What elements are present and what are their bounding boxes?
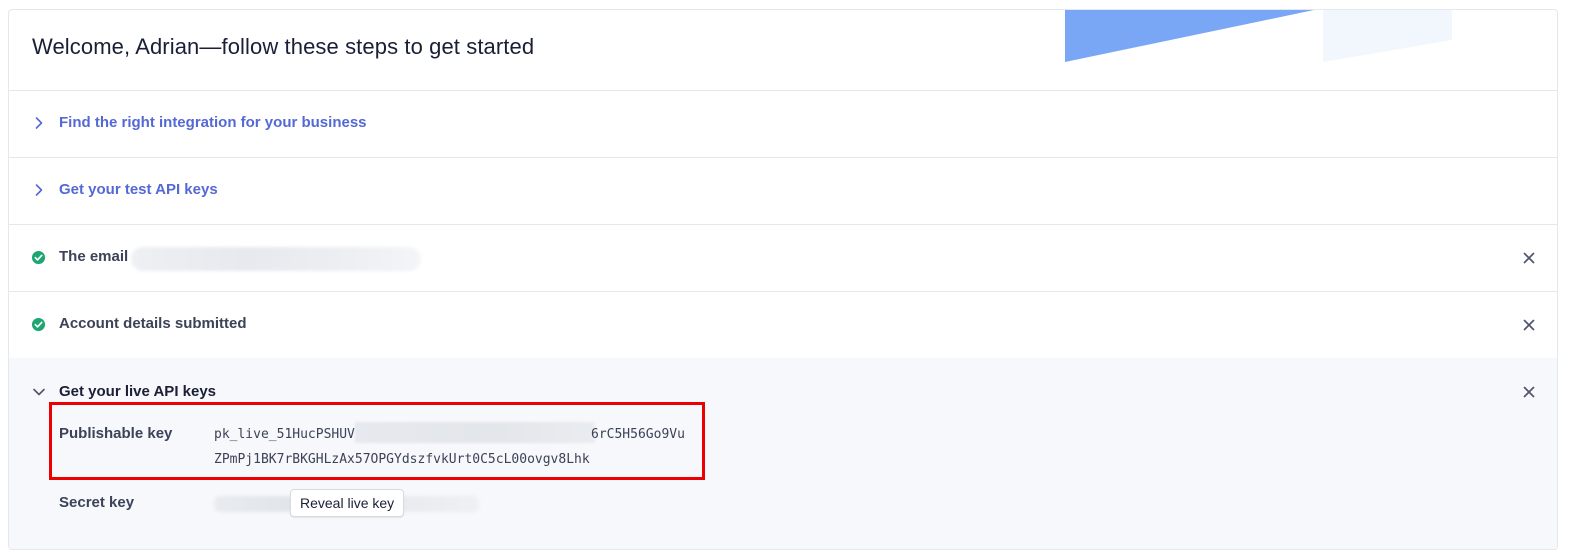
step-label: The email (59, 248, 129, 265)
chevron-right-icon (35, 117, 43, 129)
close-icon[interactable] (1521, 384, 1537, 400)
chevron-down-icon[interactable] (31, 384, 47, 400)
step-label[interactable]: Get your test API keys (59, 181, 218, 198)
step-account-details: Account details submitted (9, 292, 1557, 359)
check-circle-icon (31, 317, 46, 332)
highlight-box (49, 402, 705, 480)
header-decoration (1065, 10, 1452, 62)
check-circle-icon (31, 250, 46, 265)
onboarding-header: Welcome, Adrian—follow these steps to ge… (9, 10, 1557, 91)
step-email-verified: The email (9, 225, 1557, 292)
onboarding-card: Welcome, Adrian—follow these steps to ge… (8, 9, 1558, 550)
step-test-api-keys[interactable]: Get your test API keys (9, 158, 1557, 225)
close-icon[interactable] (1521, 317, 1537, 333)
reveal-live-key-button[interactable]: Reveal live key (290, 489, 405, 517)
redacted-email (131, 247, 421, 271)
step-label: Account details submitted (59, 315, 247, 332)
step-label[interactable]: Get your live API keys (59, 383, 216, 400)
chevron-right-icon (35, 184, 43, 196)
close-icon[interactable] (1521, 250, 1537, 266)
step-live-api-keys: Get your live API keys Publishable key p… (9, 358, 1557, 549)
secret-key-label: Secret key (59, 494, 135, 511)
step-label[interactable]: Find the right integration for your busi… (59, 114, 367, 131)
step-find-integration[interactable]: Find the right integration for your busi… (9, 91, 1557, 158)
